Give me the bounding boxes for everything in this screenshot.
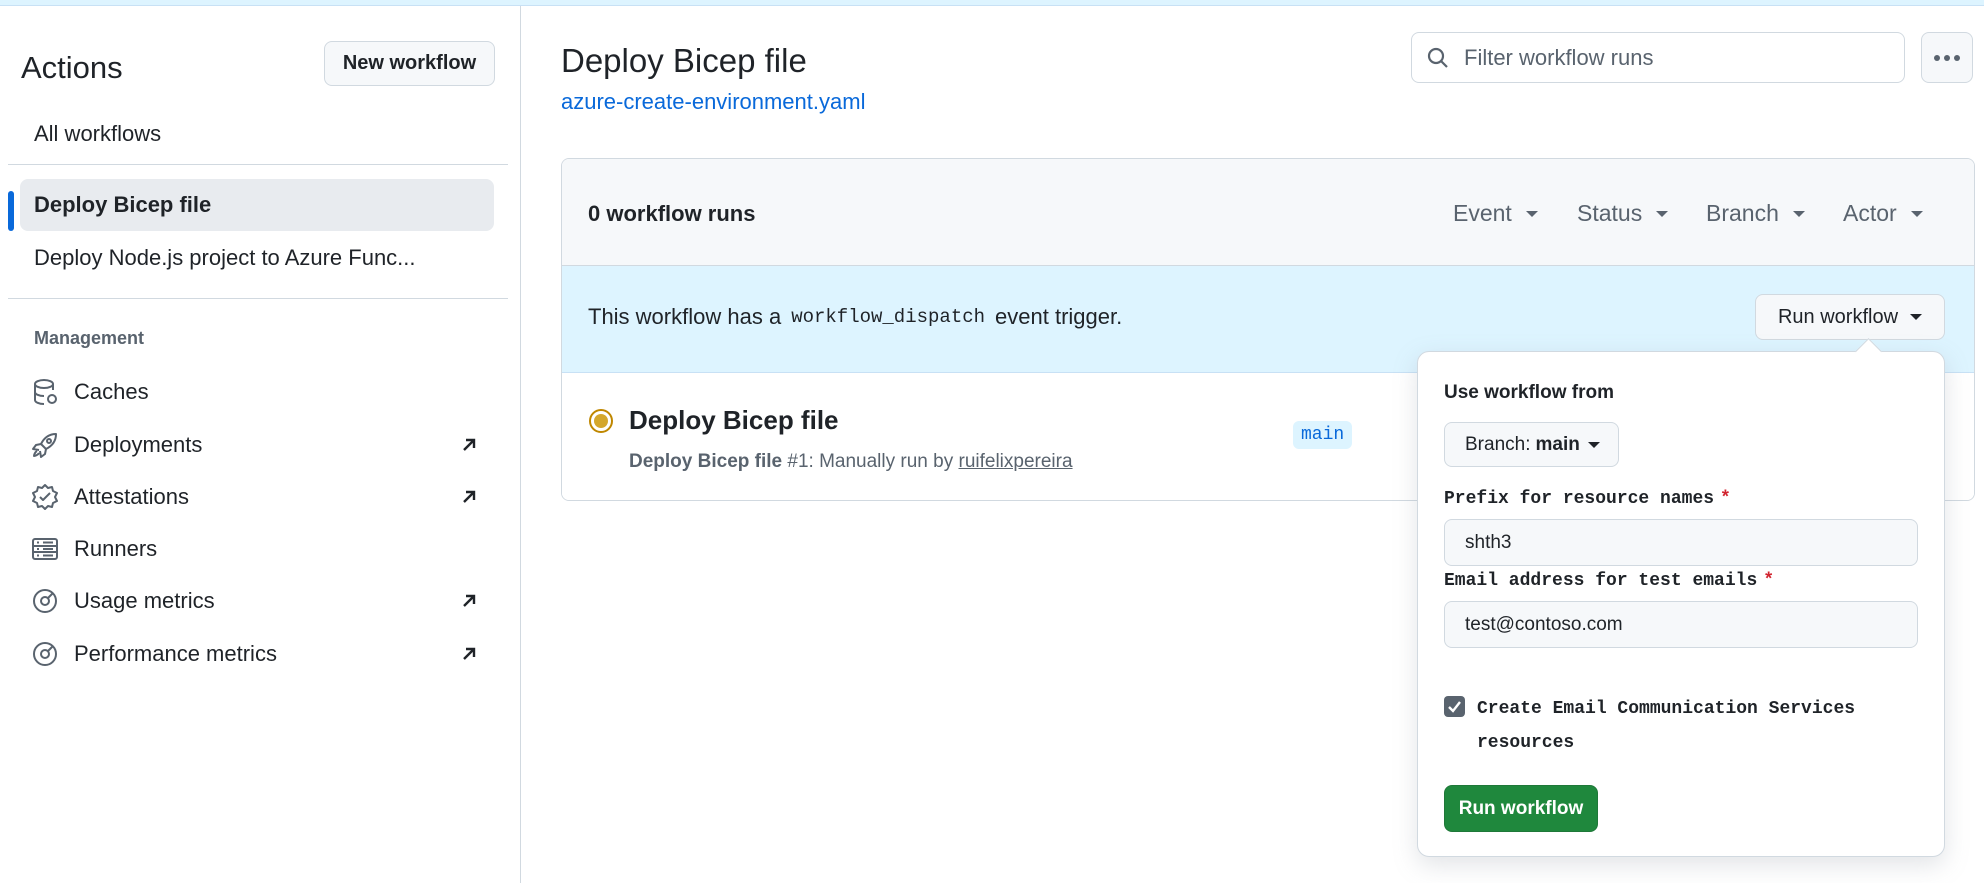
performance-metrics-label: Performance metrics: [74, 641, 277, 666]
page-title: Deploy Bicep file: [561, 42, 807, 79]
filter-runs-input[interactable]: [1464, 44, 1864, 71]
actor-filter-dropdown[interactable]: Actor: [1843, 200, 1923, 227]
caret-down-icon: [1792, 210, 1805, 217]
external-link-icon: [463, 647, 476, 660]
management-heading: Management: [34, 328, 145, 348]
meter-icon: [30, 586, 60, 616]
run-actor-link[interactable]: ruifelixpereira: [959, 451, 1073, 472]
event-filter-dropdown[interactable]: Event: [1453, 200, 1538, 227]
prefix-input[interactable]: [1444, 519, 1918, 566]
email-label-text: Email address for test emails: [1444, 571, 1758, 591]
sidebar-item-deploy-nodejs[interactable]: Deploy Node.js project to Azure Func...: [20, 232, 494, 284]
kebab-horizontal-icon: [1934, 54, 1960, 61]
sidebar-item-caches[interactable]: Caches: [30, 372, 490, 412]
run-title[interactable]: Deploy Bicep file: [629, 405, 839, 436]
caret-down-icon: [1910, 210, 1923, 217]
actions-sidebar: Actions New workflow All workflows Deplo…: [0, 6, 521, 883]
branch-select-button[interactable]: Branch: main: [1444, 422, 1619, 467]
dispatch-prefix: This workflow has a: [588, 304, 782, 329]
prefix-field-label: Prefix for resource names *: [1444, 489, 1731, 509]
run-workflow-popover: Use workflow from Branch: main Prefix fo…: [1417, 351, 1945, 857]
branch-tag[interactable]: main: [1293, 421, 1353, 449]
runs-count: 0 workflow runs: [588, 201, 756, 226]
sidebar-item-runners[interactable]: Runners: [30, 529, 490, 569]
prefix-label-text: Prefix for resource names: [1444, 489, 1715, 509]
branch-value: main: [1535, 433, 1580, 455]
sidebar-divider: [8, 298, 508, 299]
external-link-icon: [463, 594, 476, 607]
usage-metrics-label: Usage metrics: [74, 588, 215, 613]
status-filter-label: Status: [1577, 200, 1643, 226]
active-indicator: [8, 191, 14, 231]
checkbox-label: Create Email Communication Services reso…: [1477, 699, 1856, 753]
run-workflow-dropdown-label: Run workflow: [1777, 305, 1899, 328]
sidebar-item-usage-metrics[interactable]: Usage metrics: [30, 581, 490, 621]
branch-filter-dropdown[interactable]: Branch: [1706, 200, 1805, 227]
rocket-icon: [30, 430, 60, 460]
sidebar-item-attestations[interactable]: Attestations: [30, 477, 490, 517]
sidebar-divider: [8, 164, 508, 165]
external-link-icon: [463, 490, 476, 503]
actor-filter-label: Actor: [1843, 200, 1897, 226]
meter-icon: [30, 639, 60, 669]
dispatch-suffix: event trigger.: [995, 304, 1123, 329]
branch-filter-label: Branch: [1706, 200, 1779, 226]
run-meta-text: #1: Manually run by: [787, 451, 954, 472]
status-filter-dropdown[interactable]: Status: [1577, 200, 1669, 227]
verified-badge-icon: [30, 482, 60, 512]
run-workflow-submit-button[interactable]: Run workflow: [1444, 785, 1598, 832]
use-workflow-from-label: Use workflow from: [1444, 382, 1614, 403]
run-workflow-name: Deploy Bicep file: [629, 451, 783, 472]
sidebar-item-deployments[interactable]: Deployments: [30, 425, 490, 465]
required-marker: *: [1720, 489, 1731, 509]
server-icon: [30, 534, 60, 564]
database-icon: [30, 377, 60, 407]
new-workflow-button[interactable]: New workflow: [324, 41, 495, 86]
caret-down-icon: [1525, 210, 1538, 217]
event-filter-label: Event: [1453, 200, 1512, 226]
deployments-label: Deployments: [74, 432, 203, 457]
caches-label: Caches: [74, 379, 149, 404]
filter-runs-field[interactable]: [1411, 32, 1905, 83]
caret-down-icon: [1587, 441, 1600, 448]
email-field-label: Email address for test emails *: [1444, 571, 1774, 591]
caret-down-icon: [1656, 210, 1669, 217]
dispatch-code: workflow_dispatch: [791, 306, 986, 328]
run-workflow-dropdown-button[interactable]: Run workflow: [1755, 294, 1945, 340]
check-icon: [1448, 701, 1461, 713]
more-options-button[interactable]: [1921, 32, 1973, 83]
sidebar-item-deploy-bicep-file[interactable]: Deploy Bicep file: [20, 179, 494, 231]
sidebar-item-performance-metrics[interactable]: Performance metrics: [30, 634, 490, 674]
create-email-services-checkbox[interactable]: [1444, 696, 1465, 717]
caret-down-icon: [1910, 314, 1923, 320]
attestations-label: Attestations: [74, 484, 189, 509]
branch-prefix: Branch:: [1465, 433, 1531, 455]
runs-header: 0 workflow runs Event Status Branch Acto…: [562, 159, 1974, 266]
workflow-file-link[interactable]: azure-create-environment.yaml: [561, 89, 865, 115]
email-input[interactable]: [1444, 601, 1918, 648]
sidebar-item-all-workflows[interactable]: All workflows: [20, 108, 494, 160]
queued-status-icon: [589, 409, 613, 433]
runners-label: Runners: [74, 536, 158, 561]
sidebar-title: Actions: [21, 50, 123, 85]
search-icon: [1427, 47, 1448, 68]
dispatch-message: This workflow has a workflow_dispatch ev…: [588, 304, 1122, 330]
required-marker: *: [1763, 571, 1775, 591]
run-meta: Deploy Bicep file #1: Manually run by ru…: [629, 451, 1073, 473]
external-link-icon: [463, 438, 476, 451]
